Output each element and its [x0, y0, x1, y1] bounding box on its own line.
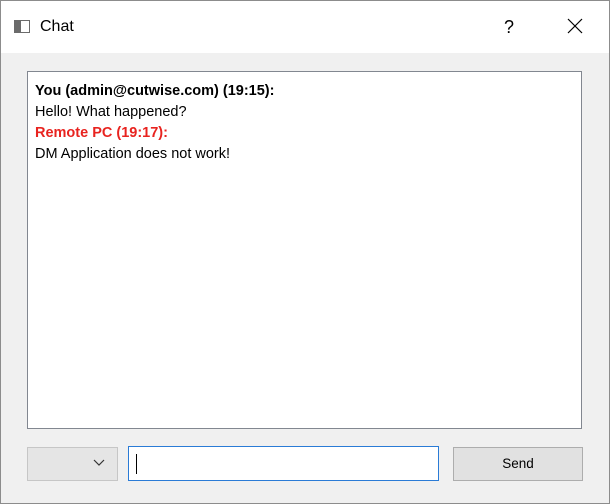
title-bar[interactable]: Chat ?: [1, 1, 609, 53]
chat-history[interactable]: You (admin@cutwise.com) (19:15): Hello! …: [27, 71, 582, 429]
close-icon: [567, 18, 583, 34]
text-caret: [136, 454, 137, 474]
compose-bar: Send: [1, 441, 609, 491]
message: Remote PC (19:17): DM Application does n…: [35, 123, 581, 165]
help-icon: ?: [503, 17, 514, 37]
message-header: You (admin@cutwise.com) (19:15):: [35, 83, 275, 99]
recipient-dropdown[interactable]: [27, 447, 118, 481]
window-icon: [14, 20, 30, 33]
message-header: Remote PC (19:17):: [35, 125, 168, 141]
message-text: Hello! What happened?: [35, 104, 187, 120]
chat-window: Chat ? You (admin@cutwise.com) (19:15): …: [0, 0, 610, 504]
message-input[interactable]: [128, 446, 439, 481]
help-button[interactable]: ?: [481, 1, 537, 53]
send-button[interactable]: Send: [453, 447, 583, 481]
message-text: DM Application does not work!: [35, 146, 231, 162]
message: You (admin@cutwise.com) (19:15): Hello! …: [35, 81, 581, 123]
close-button[interactable]: [547, 1, 603, 53]
chevron-down-icon: [93, 459, 105, 466]
window-title: Chat: [40, 18, 74, 35]
